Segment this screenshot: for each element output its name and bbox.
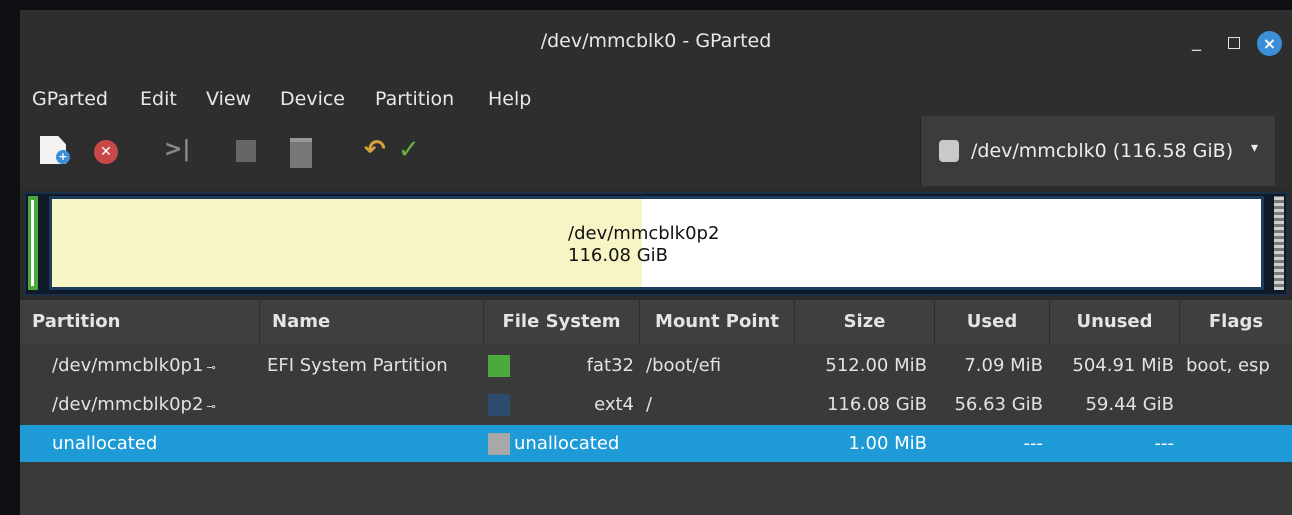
cell-partition: unallocated xyxy=(52,433,158,454)
partition-block-p2-inner: /dev/mmcblk0p2 116.08 GiB xyxy=(52,199,1261,287)
partition-block-size: 116.08 GiB xyxy=(568,245,669,266)
menu-partition[interactable]: Partition xyxy=(375,88,454,110)
maximize-button[interactable] xyxy=(1228,37,1240,49)
filesystem-color-swatch xyxy=(488,394,510,416)
partition-block-p1[interactable] xyxy=(28,196,38,290)
cell-mountpoint: /boot/efi xyxy=(646,355,722,376)
cell-unused: --- xyxy=(1154,433,1175,454)
key-icon: ⊸ xyxy=(206,361,216,374)
header-filesystem[interactable]: File System xyxy=(484,300,640,344)
filesystem-color-swatch xyxy=(488,433,510,455)
cell-partition: /dev/mmcblk0p2 ⊸ xyxy=(52,394,216,415)
filesystem-color-swatch xyxy=(488,355,510,377)
undo-icon[interactable]: ↶ xyxy=(364,136,390,164)
disk-icon xyxy=(939,140,959,162)
add-icon: + xyxy=(56,150,70,164)
cell-used: 7.09 MiB xyxy=(964,355,1043,376)
menu-gparted[interactable]: GParted xyxy=(32,88,108,110)
partition-block-name: /dev/mmcblk0p2 xyxy=(568,223,720,244)
cell-filesystem: fat32 xyxy=(586,355,634,376)
header-mountpoint[interactable]: Mount Point xyxy=(640,300,795,344)
header-size[interactable]: Size xyxy=(795,300,935,344)
header-partition[interactable]: Partition xyxy=(20,300,260,344)
cell-partition: /dev/mmcblk0p1 ⊸ xyxy=(52,355,216,376)
paste-icon[interactable] xyxy=(290,138,312,168)
header-flags[interactable]: Flags xyxy=(1180,300,1292,344)
menu-edit[interactable]: Edit xyxy=(140,88,177,110)
resize-move-icon[interactable]: >| xyxy=(164,136,190,164)
cell-size: 1.00 MiB xyxy=(848,433,927,454)
cell-used: --- xyxy=(1023,433,1044,454)
header-used[interactable]: Used xyxy=(935,300,1050,344)
delete-partition-icon[interactable]: ✕ xyxy=(94,140,118,164)
window-title: /dev/mmcblk0 - GParted xyxy=(540,30,772,52)
cell-unused: 59.44 GiB xyxy=(1085,394,1174,415)
partition-block-p2[interactable]: /dev/mmcblk0p2 116.08 GiB xyxy=(49,196,1264,290)
device-selector[interactable]: /dev/mmcblk0 (116.58 GiB) ▾ xyxy=(920,116,1275,186)
cell-mountpoint: / xyxy=(646,394,653,415)
cell-name: EFI System Partition xyxy=(267,355,448,376)
table-row-selected[interactable]: unallocated unallocated 1.00 MiB --- --- xyxy=(20,425,1292,462)
gparted-window: /dev/mmcblk0 - GParted _ × GParted Edit … xyxy=(20,10,1292,515)
table-row[interactable]: /dev/mmcblk0p1 ⊸ EFI System Partition fat… xyxy=(20,347,1292,384)
cell-size: 512.00 MiB xyxy=(825,355,927,376)
title-bar[interactable]: /dev/mmcblk0 - GParted _ × xyxy=(20,10,1292,72)
cell-filesystem: ext4 xyxy=(594,394,634,415)
menu-device[interactable]: Device xyxy=(280,88,345,110)
partition-block-label: /dev/mmcblk0p2 116.08 GiB xyxy=(568,223,719,267)
copy-icon[interactable] xyxy=(236,140,256,162)
device-selector-label: /dev/mmcblk0 (116.58 GiB) xyxy=(971,140,1234,162)
cell-unused: 504.91 MiB xyxy=(1072,355,1174,376)
menu-help[interactable]: Help xyxy=(488,88,531,110)
table-row[interactable]: /dev/mmcblk0p2 ⊸ ext4 / 116.08 GiB 56.63 … xyxy=(20,386,1292,423)
cell-flags: boot, esp xyxy=(1186,355,1270,376)
used-space-fill xyxy=(52,199,642,287)
apply-icon[interactable]: ✓ xyxy=(398,136,424,164)
partition-visualizer: /dev/mmcblk0p2 116.08 GiB xyxy=(20,188,1292,300)
cell-filesystem: unallocated xyxy=(514,433,620,454)
key-icon: ⊸ xyxy=(206,400,216,413)
header-unused[interactable]: Unused xyxy=(1050,300,1180,344)
menu-bar: GParted Edit View Device Partition Help xyxy=(20,72,1292,116)
partition-table: Partition Name File System Mount Point S… xyxy=(20,300,1292,515)
close-button[interactable]: × xyxy=(1257,31,1282,56)
cell-size: 116.08 GiB xyxy=(826,394,927,415)
minimize-button[interactable]: _ xyxy=(1192,32,1201,52)
header-name[interactable]: Name xyxy=(260,300,484,344)
chevron-down-icon: ▾ xyxy=(1251,140,1259,156)
table-header: Partition Name File System Mount Point S… xyxy=(20,300,1292,344)
menu-view[interactable]: View xyxy=(206,88,251,110)
unallocated-block[interactable] xyxy=(1274,196,1284,290)
cell-used: 56.63 GiB xyxy=(954,394,1043,415)
